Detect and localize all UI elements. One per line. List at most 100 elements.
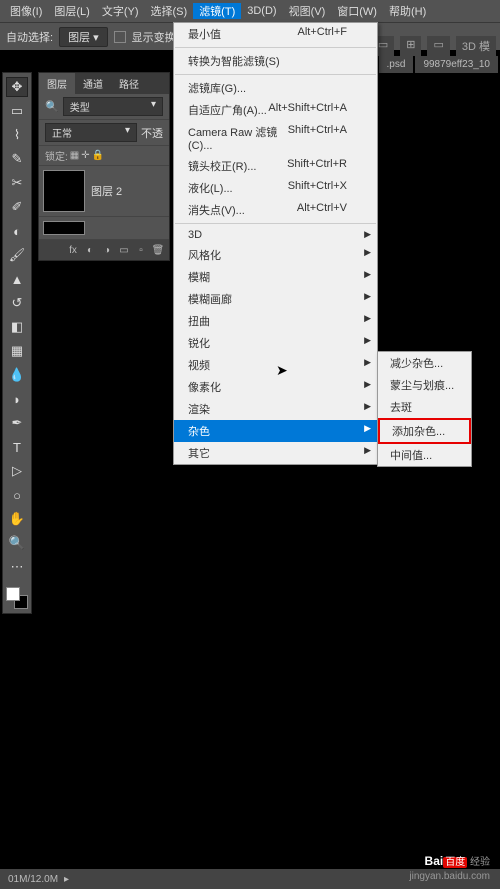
new-layer-icon[interactable]: ▫ — [134, 243, 148, 257]
auto-select-dropdown[interactable]: 图层 ▾ — [59, 27, 108, 47]
control-icon[interactable]: ▭ — [427, 36, 449, 56]
menu-item[interactable]: 文字(Y) — [96, 3, 145, 19]
eraser-tool[interactable]: ◧ — [6, 317, 28, 337]
color-swatches[interactable] — [6, 587, 28, 609]
layer-panel-footer: fx ◐ ◑ ▭ ▫ 🗑 — [39, 240, 169, 260]
quick-select-tool[interactable]: ✎ — [6, 149, 28, 169]
pen-tool[interactable]: ✒ — [6, 413, 28, 433]
shape-tool[interactable]: ○ — [6, 485, 28, 505]
tab-channels[interactable]: 通道 — [75, 73, 111, 94]
more-tool[interactable]: ⋯ — [6, 557, 28, 577]
lock-pixels-icon[interactable]: ▦ — [70, 150, 79, 161]
folder-icon[interactable]: ▭ — [117, 243, 131, 257]
submenu-item[interactable]: 中间值... — [378, 444, 471, 466]
menu-item[interactable]: 3D▶ — [174, 226, 377, 244]
submenu-item[interactable]: 添加杂色... — [378, 418, 471, 444]
move-tool[interactable]: ✥ — [6, 77, 28, 97]
adjustment-icon[interactable]: ◑ — [100, 243, 114, 257]
menu-item[interactable]: 渲染▶ — [174, 398, 377, 420]
menu-item[interactable]: 图像(I) — [4, 3, 48, 19]
trash-icon[interactable]: 🗑 — [151, 243, 165, 257]
menu-item[interactable]: 液化(L)...Shift+Ctrl+X — [174, 177, 377, 199]
shortcut-label: Shift+Ctrl+A — [288, 124, 347, 152]
menu-item[interactable]: Camera Raw 滤镜(C)...Shift+Ctrl+A — [174, 121, 377, 155]
opacity-label: 不透 — [141, 125, 163, 141]
document-tab[interactable]: .psd — [379, 56, 414, 73]
menu-item[interactable]: 选择(S) — [145, 3, 194, 19]
foreground-color[interactable] — [6, 587, 20, 601]
history-brush-tool[interactable]: ↺ — [6, 293, 28, 313]
menu-item[interactable]: 模糊▶ — [174, 266, 377, 288]
right-controls: ▭ ⊞ ▭ 3D 模 — [372, 36, 496, 56]
type-tool[interactable]: T — [6, 437, 28, 457]
menu-item[interactable]: 最小值Alt+Ctrl+F — [174, 23, 377, 45]
menu-item[interactable]: 锐化▶ — [174, 332, 377, 354]
layer-row[interactable] — [39, 217, 169, 240]
menu-item[interactable]: 消失点(V)...Alt+Ctrl+V — [174, 199, 377, 221]
menu-item[interactable]: 模糊画廊▶ — [174, 288, 377, 310]
menu-item[interactable]: 滤镜(T) — [193, 3, 241, 19]
fx-icon[interactable]: fx — [66, 243, 80, 257]
menu-item[interactable]: 转换为智能滤镜(S) — [174, 50, 377, 72]
marquee-tool[interactable]: ▭ — [6, 101, 28, 121]
menu-item[interactable]: 窗口(W) — [331, 3, 383, 19]
lock-all-icon[interactable]: 🔒 — [92, 150, 104, 161]
layers-panel: 图层 通道 路径 🔍 类型▾ 正常▾ 不透 锁定: ▦ ✛ 🔒 图层 2 fx … — [38, 72, 170, 261]
menu-item[interactable]: 其它▶ — [174, 442, 377, 464]
lock-position-icon[interactable]: ✛ — [81, 150, 89, 161]
layer-thumbnail[interactable] — [43, 221, 85, 235]
layer-row[interactable]: 图层 2 — [39, 166, 169, 217]
tools-panel: ✥ ▭ ⌇ ✎ ✂ ✐ ◐ 🖌 ▲ ↺ ◧ ▦ 💧 ◗ ✒ T ▷ ○ ✋ 🔍 … — [2, 72, 32, 614]
menu-item[interactable]: 视频▶ — [174, 354, 377, 376]
filter-menu: 最小值Alt+Ctrl+F 转换为智能滤镜(S) 滤镜库(G)...自适应广角(A)… — [173, 22, 378, 465]
dodge-tool[interactable]: ◗ — [6, 389, 28, 409]
eyedropper-tool[interactable]: ✐ — [6, 197, 28, 217]
menu-item[interactable]: 杂色▶ — [174, 420, 377, 442]
shortcut-label: Shift+Ctrl+R — [287, 158, 347, 174]
filter-type-dropdown[interactable]: 类型▾ — [63, 97, 163, 116]
shortcut-label: Alt+Ctrl+F — [297, 26, 347, 42]
gradient-tool[interactable]: ▦ — [6, 341, 28, 361]
stamp-tool[interactable]: ▲ — [6, 269, 28, 289]
tab-paths[interactable]: 路径 — [111, 73, 147, 94]
show-transform-label: 显示变换 — [132, 29, 176, 45]
submenu-arrow-icon: ▶ — [364, 401, 371, 412]
show-transform-checkbox[interactable] — [114, 31, 126, 43]
control-icon[interactable]: ⊞ — [400, 36, 421, 56]
submenu-item[interactable]: 蒙尘与划痕... — [378, 374, 471, 396]
crop-tool[interactable]: ✂ — [6, 173, 28, 193]
menu-item[interactable]: 帮助(H) — [383, 3, 432, 19]
submenu-arrow-icon: ▶ — [364, 269, 371, 280]
menu-item[interactable]: 图层(L) — [48, 3, 95, 19]
healing-tool[interactable]: ◐ — [6, 221, 28, 241]
brush-tool[interactable]: 🖌 — [6, 245, 28, 265]
mode-3d-button[interactable]: 3D 模 — [456, 36, 496, 56]
chevron-right-icon[interactable]: ▸ — [64, 874, 69, 885]
layer-name[interactable]: 图层 2 — [91, 183, 122, 199]
document-tab[interactable]: 99879eff23_10 — [415, 56, 498, 73]
lock-row: 锁定: ▦ ✛ 🔒 — [39, 146, 169, 166]
zoom-tool[interactable]: 🔍 — [6, 533, 28, 553]
blur-tool[interactable]: 💧 — [6, 365, 28, 385]
noise-submenu: 减少杂色...蒙尘与划痕...去斑添加杂色...中间值... — [377, 351, 472, 467]
path-tool[interactable]: ▷ — [6, 461, 28, 481]
menu-item[interactable]: 3D(D) — [241, 5, 282, 17]
menu-item[interactable]: 风格化▶ — [174, 244, 377, 266]
menubar: 图像(I)图层(L)文字(Y)选择(S)滤镜(T)3D(D)视图(V)窗口(W)… — [0, 0, 500, 22]
chevron-down-icon: ▾ — [93, 32, 99, 44]
menu-item[interactable]: 自适应广角(A)...Alt+Shift+Ctrl+A — [174, 99, 377, 121]
hand-tool[interactable]: ✋ — [6, 509, 28, 529]
submenu-item[interactable]: 减少杂色... — [378, 352, 471, 374]
layer-thumbnail[interactable] — [43, 170, 85, 212]
lasso-tool[interactable]: ⌇ — [6, 125, 28, 145]
blend-mode-dropdown[interactable]: 正常▾ — [45, 123, 137, 142]
tab-layers[interactable]: 图层 — [39, 73, 75, 94]
menu-item[interactable]: 扭曲▶ — [174, 310, 377, 332]
mask-icon[interactable]: ◐ — [83, 243, 97, 257]
menu-item[interactable]: 镜头校正(R)...Shift+Ctrl+R — [174, 155, 377, 177]
submenu-item[interactable]: 去斑 — [378, 396, 471, 418]
shortcut-label: Alt+Shift+Ctrl+A — [268, 102, 347, 118]
menu-item[interactable]: 像素化▶ — [174, 376, 377, 398]
menu-item[interactable]: 视图(V) — [283, 3, 332, 19]
menu-item[interactable]: 滤镜库(G)... — [174, 77, 377, 99]
